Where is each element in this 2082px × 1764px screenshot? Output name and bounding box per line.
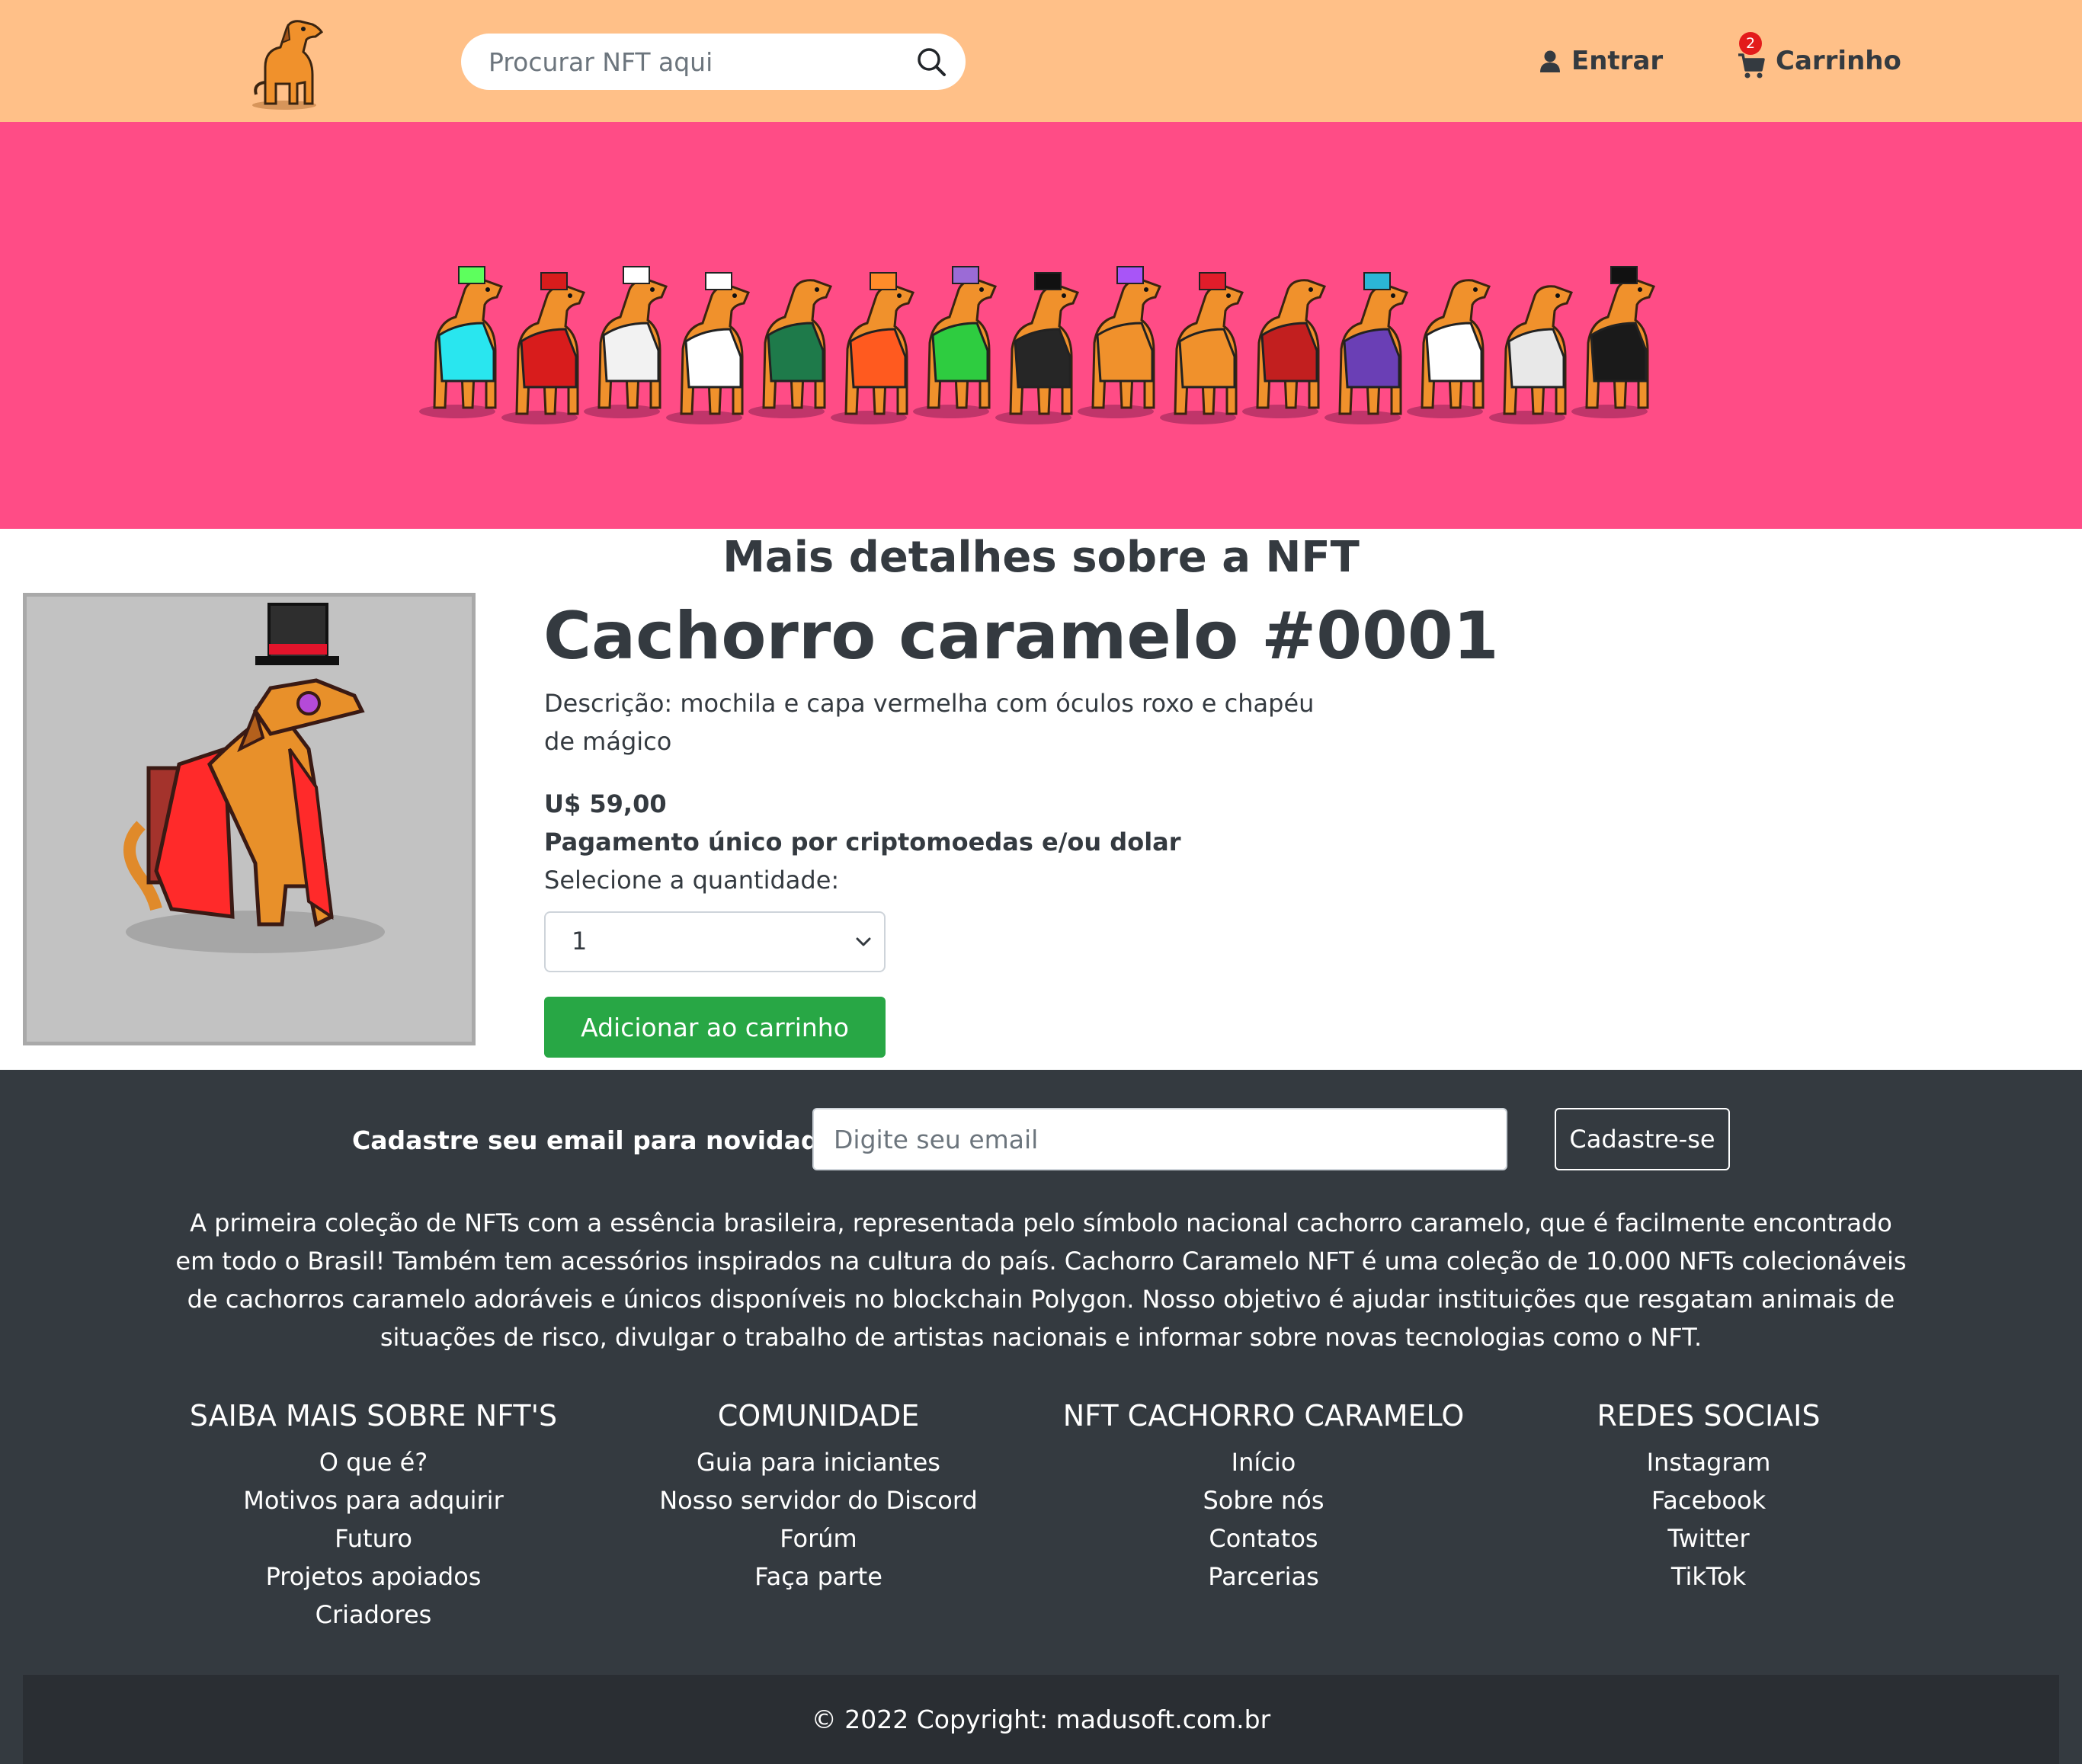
quantity-select[interactable]: 1 bbox=[544, 911, 886, 972]
footer-link[interactable]: Instagram bbox=[1465, 1443, 1952, 1481]
footer-link[interactable]: Parcerias bbox=[1020, 1558, 1507, 1596]
footer-link[interactable]: Guia para iniciantes bbox=[575, 1443, 1062, 1481]
search-icon[interactable] bbox=[915, 46, 947, 78]
nft-description: Descrição: mochila e capa vermelha com ó… bbox=[544, 689, 1315, 756]
banner-dog bbox=[995, 272, 1080, 424]
email-field-wrapper bbox=[812, 1108, 1507, 1170]
chevron-down-icon bbox=[856, 937, 871, 946]
footer-column-title: REDES SOCIAIS bbox=[1597, 1399, 1821, 1433]
banner-dog bbox=[1078, 266, 1162, 418]
footer-link[interactable]: Motivos para adquirir bbox=[130, 1481, 617, 1519]
section-title: Mais detalhes sobre a NFT bbox=[722, 533, 1360, 582]
newsletter-label: Cadastre seu email para novidades bbox=[352, 1125, 851, 1155]
search-input[interactable] bbox=[488, 34, 900, 90]
add-to-cart-button[interactable]: Adicionar ao carrinho bbox=[544, 997, 886, 1058]
banner-dog bbox=[584, 266, 668, 418]
footer-column-community: COMUNIDADE Guia para iniciantes Nosso se… bbox=[575, 1394, 1062, 1596]
banner-dog bbox=[748, 279, 833, 418]
footer-link[interactable]: Projetos apoiados bbox=[130, 1558, 617, 1596]
footer-link[interactable]: Twitter bbox=[1465, 1519, 1952, 1558]
copyright-bar: © 2022 Copyright: madusoft.com.br bbox=[23, 1675, 2059, 1764]
site-footer: Cadastre seu email para novidades Cadast… bbox=[0, 1070, 2082, 1764]
nft-title: Cachorro caramelo #0001 bbox=[543, 598, 1499, 674]
quantity-value: 1 bbox=[572, 927, 588, 956]
footer-column-title: COMUNIDADE bbox=[717, 1399, 920, 1433]
banner-dog bbox=[913, 266, 998, 418]
email-field[interactable] bbox=[834, 1109, 1489, 1169]
footer-link[interactable]: Nosso servidor do Discord bbox=[575, 1481, 1062, 1519]
banner-dog bbox=[1160, 272, 1244, 424]
footer-column-social: REDES SOCIAIS Instagram Facebook Twitter… bbox=[1465, 1394, 1952, 1596]
cart-icon-wrapper: 2 bbox=[1738, 32, 1765, 78]
about-text: A primeira coleção de NFTs com a essênci… bbox=[175, 1209, 1907, 1352]
footer-column-project: NFT CACHORRO CARAMELO Início Sobre nós C… bbox=[1020, 1394, 1507, 1596]
cart-label: Carrinho bbox=[1776, 46, 1901, 76]
user-icon bbox=[1540, 50, 1560, 72]
banner-dog bbox=[1489, 285, 1574, 424]
caramel-dog-logo[interactable] bbox=[242, 14, 330, 111]
footer-link[interactable]: Futuro bbox=[130, 1519, 617, 1558]
footer-column-title: NFT CACHORRO CARAMELO bbox=[1062, 1399, 1465, 1433]
footer-column-title: SAIBA MAIS SOBRE NFT'S bbox=[189, 1399, 558, 1433]
banner-dog bbox=[831, 272, 915, 424]
site-header: Entrar 2 Carrinho bbox=[0, 0, 2082, 122]
footer-link[interactable]: Facebook bbox=[1465, 1481, 1952, 1519]
banner-dog bbox=[1407, 279, 1491, 418]
cart-count-badge: 2 bbox=[1739, 32, 1762, 55]
nft-price: U$ 59,00 bbox=[544, 789, 667, 818]
banner-dog bbox=[1324, 272, 1409, 424]
payment-info: Pagamento único por criptomoedas e/ou do… bbox=[544, 828, 1181, 856]
banner-dog bbox=[666, 272, 751, 424]
caramel-dog-magician-image bbox=[123, 603, 385, 953]
cart-icon bbox=[1738, 53, 1765, 78]
banner-dog bbox=[501, 272, 586, 424]
login-link[interactable]: Entrar bbox=[1539, 43, 1663, 79]
footer-link[interactable]: Faça parte bbox=[575, 1558, 1062, 1596]
search-bar bbox=[461, 34, 966, 90]
footer-link[interactable]: Forúm bbox=[575, 1519, 1062, 1558]
footer-link[interactable]: Início bbox=[1020, 1443, 1507, 1481]
quantity-label: Selecione a quantidade: bbox=[544, 866, 840, 895]
nft-collection-banner-image bbox=[419, 266, 1656, 424]
hero-banner bbox=[0, 122, 2082, 529]
footer-link[interactable]: O que é? bbox=[130, 1443, 617, 1481]
signup-button[interactable]: Cadastre-se bbox=[1555, 1108, 1730, 1170]
login-label: Entrar bbox=[1571, 46, 1664, 76]
footer-link[interactable]: Sobre nós bbox=[1020, 1481, 1507, 1519]
banner-dog bbox=[419, 266, 504, 418]
footer-column-learn: SAIBA MAIS SOBRE NFT'S O que é? Motivos … bbox=[130, 1394, 617, 1634]
banner-dog bbox=[1242, 279, 1327, 418]
footer-link[interactable]: Criadores bbox=[130, 1596, 617, 1634]
footer-link[interactable]: TikTok bbox=[1465, 1558, 1952, 1596]
banner-dog bbox=[1571, 266, 1656, 418]
footer-link[interactable]: Contatos bbox=[1020, 1519, 1507, 1558]
cart-link[interactable]: 2 Carrinho bbox=[1738, 32, 1901, 79]
nft-image bbox=[23, 593, 476, 1045]
